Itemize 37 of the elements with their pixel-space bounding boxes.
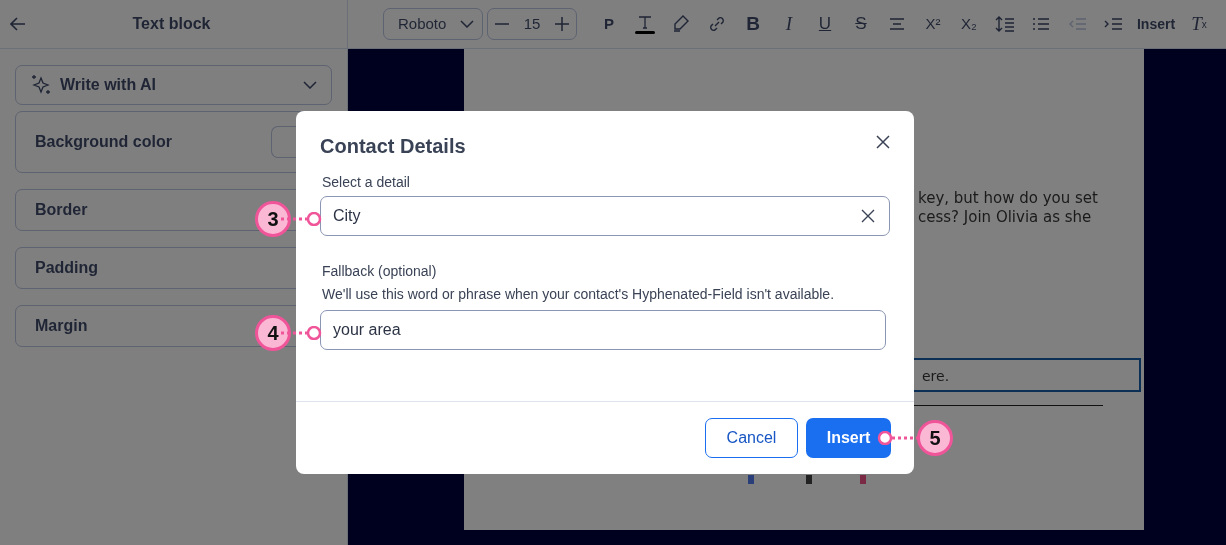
sparkle-icon	[30, 74, 52, 96]
close-icon	[874, 133, 892, 151]
format-button[interactable]: X²	[915, 8, 951, 40]
format-button[interactable]: P	[591, 8, 627, 40]
chevron-down-icon	[303, 81, 317, 89]
highlighter-icon	[671, 14, 691, 34]
format-button[interactable]: X₂	[951, 8, 987, 40]
step-number-badge: 4	[255, 315, 291, 351]
panel-label: Padding	[35, 258, 99, 278]
font-size-stepper[interactable]: 15	[487, 8, 577, 40]
clear-icon[interactable]	[860, 208, 876, 224]
bold-button[interactable]: B	[735, 8, 771, 40]
fallback-field[interactable]: your area	[320, 310, 886, 350]
cancel-button[interactable]: Cancel	[705, 418, 798, 458]
strikethrough-button[interactable]: S	[843, 8, 879, 40]
paragraph-text: key, but how do you set cess? Join Olivia as she	[918, 189, 1098, 227]
back-arrow-icon[interactable]	[10, 17, 26, 31]
line-height-icon	[995, 14, 1015, 34]
panel-title: Text block	[131, 14, 212, 34]
insert-button[interactable]: Insert	[806, 418, 891, 458]
panel-label: Border	[35, 200, 88, 220]
text-color-icon	[635, 14, 655, 34]
clear-format-button[interactable]: Tx	[1181, 8, 1217, 40]
plus-icon[interactable]	[554, 16, 570, 32]
step-number-badge: 3	[255, 201, 291, 237]
font-dropdown[interactable]: Roboto	[383, 8, 483, 40]
ai-dropdown[interactable]: Write with AI	[15, 65, 332, 105]
detail-select-field[interactable]: City	[320, 196, 890, 236]
chevron-down-icon	[460, 20, 474, 28]
panel-label: Margin	[35, 316, 88, 336]
panel-label: Background color	[35, 132, 172, 152]
link-icon	[707, 14, 727, 34]
underline-button[interactable]: U	[807, 8, 843, 40]
insert-menu-button[interactable]: Insert	[1131, 8, 1181, 40]
field-label: Select a detail	[322, 173, 411, 191]
italic-button[interactable]: I	[771, 8, 807, 40]
close-button[interactable]	[874, 133, 892, 151]
